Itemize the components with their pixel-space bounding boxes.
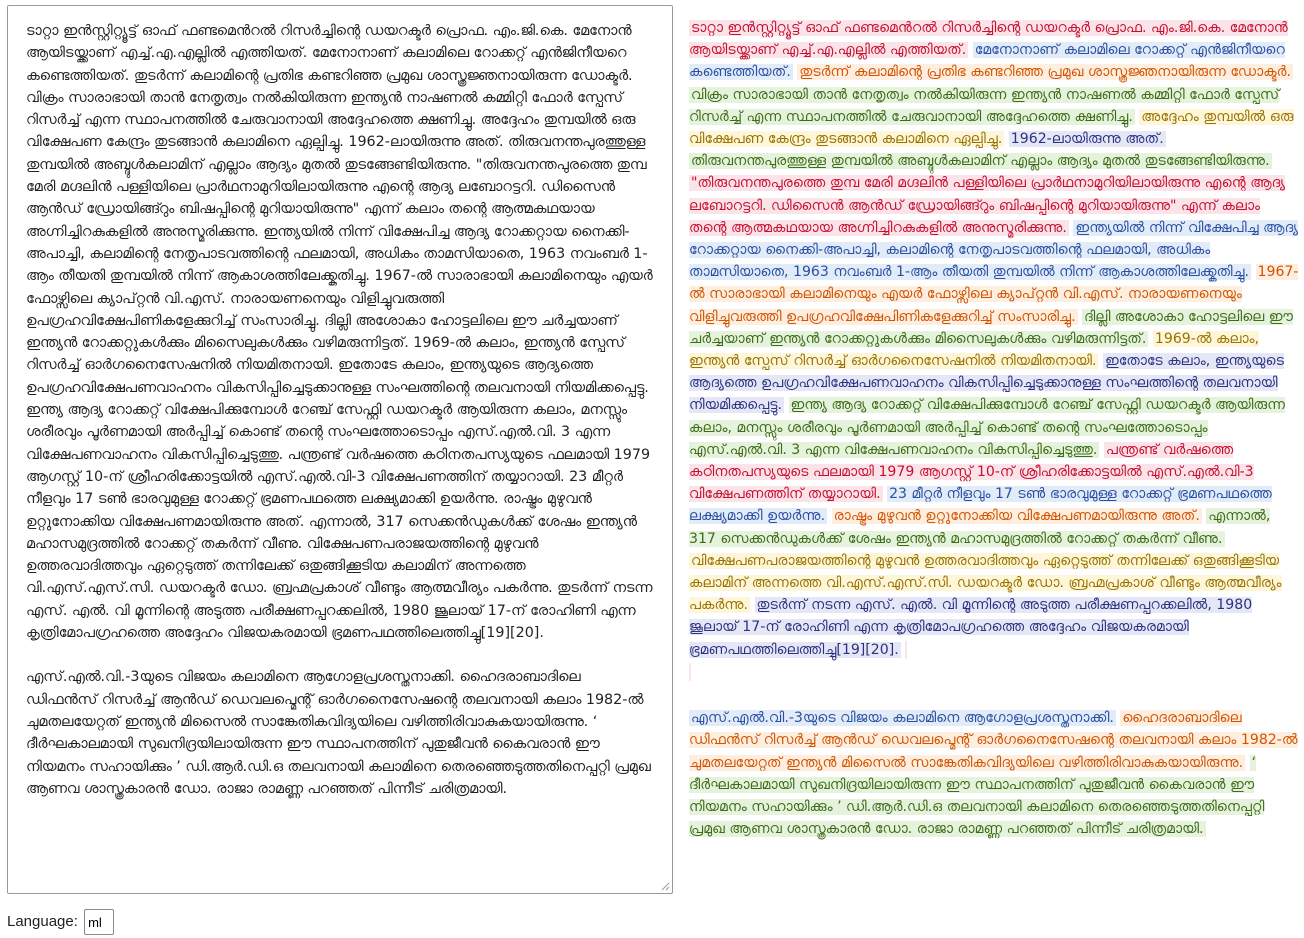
sentence-segment: 1962-ലായിരുന്നു അത്. bbox=[1008, 131, 1166, 148]
output-paragraph: ടാറ്റാ ഇൻസ്റ്റിറ്റ്യൂട്ട് ഓഫ് ഫണ്ടമെൻറൽ … bbox=[689, 17, 1301, 683]
output-paragraph: എസ്.എൽ.വി.-3യുടെ വിജയം കലാമിനെ ആഗോളപ്രശസ… bbox=[689, 707, 1301, 840]
text-input-area[interactable]: ടാറ്റാ ഇൻസ്റ്റിറ്റ്യൂട്ട് ഓഫ് ഫണ്ടമെൻറൽ … bbox=[7, 5, 673, 894]
language-label: Language: bbox=[7, 912, 78, 930]
empty-segment bbox=[689, 662, 691, 681]
language-row: Language: bbox=[7, 909, 115, 935]
sentence-segmentation-output: ടാറ്റാ ഇൻസ്റ്റിറ്റ്യൂട്ട് ഓഫ് ഫണ്ടമെൻറൽ … bbox=[689, 17, 1301, 840]
sentence-segment: തുടർന്ന് കലാമിന്റെ പ്രതിഭ കണ്ടറിഞ്ഞ പ്രമ… bbox=[797, 64, 1293, 81]
language-input[interactable] bbox=[84, 909, 115, 935]
input-paragraph: എസ്.എൽ.വി.-3യുടെ വിജയം കലാമിനെ ആഗോളപ്രശസ… bbox=[26, 669, 651, 797]
sentence-segment: എസ്.എൽ.വി.-3യുടെ വിജയം കലാമിനെ ആഗോളപ്രശസ… bbox=[689, 710, 1116, 727]
sentence-segment: തുടർന്ന് നടന്ന എസ്. എൽ. വി മൂന്നിന്റെ അട… bbox=[689, 597, 1253, 658]
sentence-segment: രാഷ്ട്രം മുഴുവൻ ഉറ്റുനോക്കിയ വിക്ഷേപണമായ… bbox=[831, 508, 1202, 525]
resize-handle-icon[interactable] bbox=[660, 881, 670, 891]
sentence-segment: തിരുവനന്തപുരത്തുള്ള തുമ്പയിൽ അബ്ദുൾകലാമി… bbox=[689, 153, 1272, 170]
empty-segment bbox=[905, 640, 908, 659]
input-paragraph: ടാറ്റാ ഇൻസ്റ്റിറ്റ്യൂട്ട് ഓഫ് ഫണ്ടമെൻറൽ … bbox=[26, 23, 653, 642]
